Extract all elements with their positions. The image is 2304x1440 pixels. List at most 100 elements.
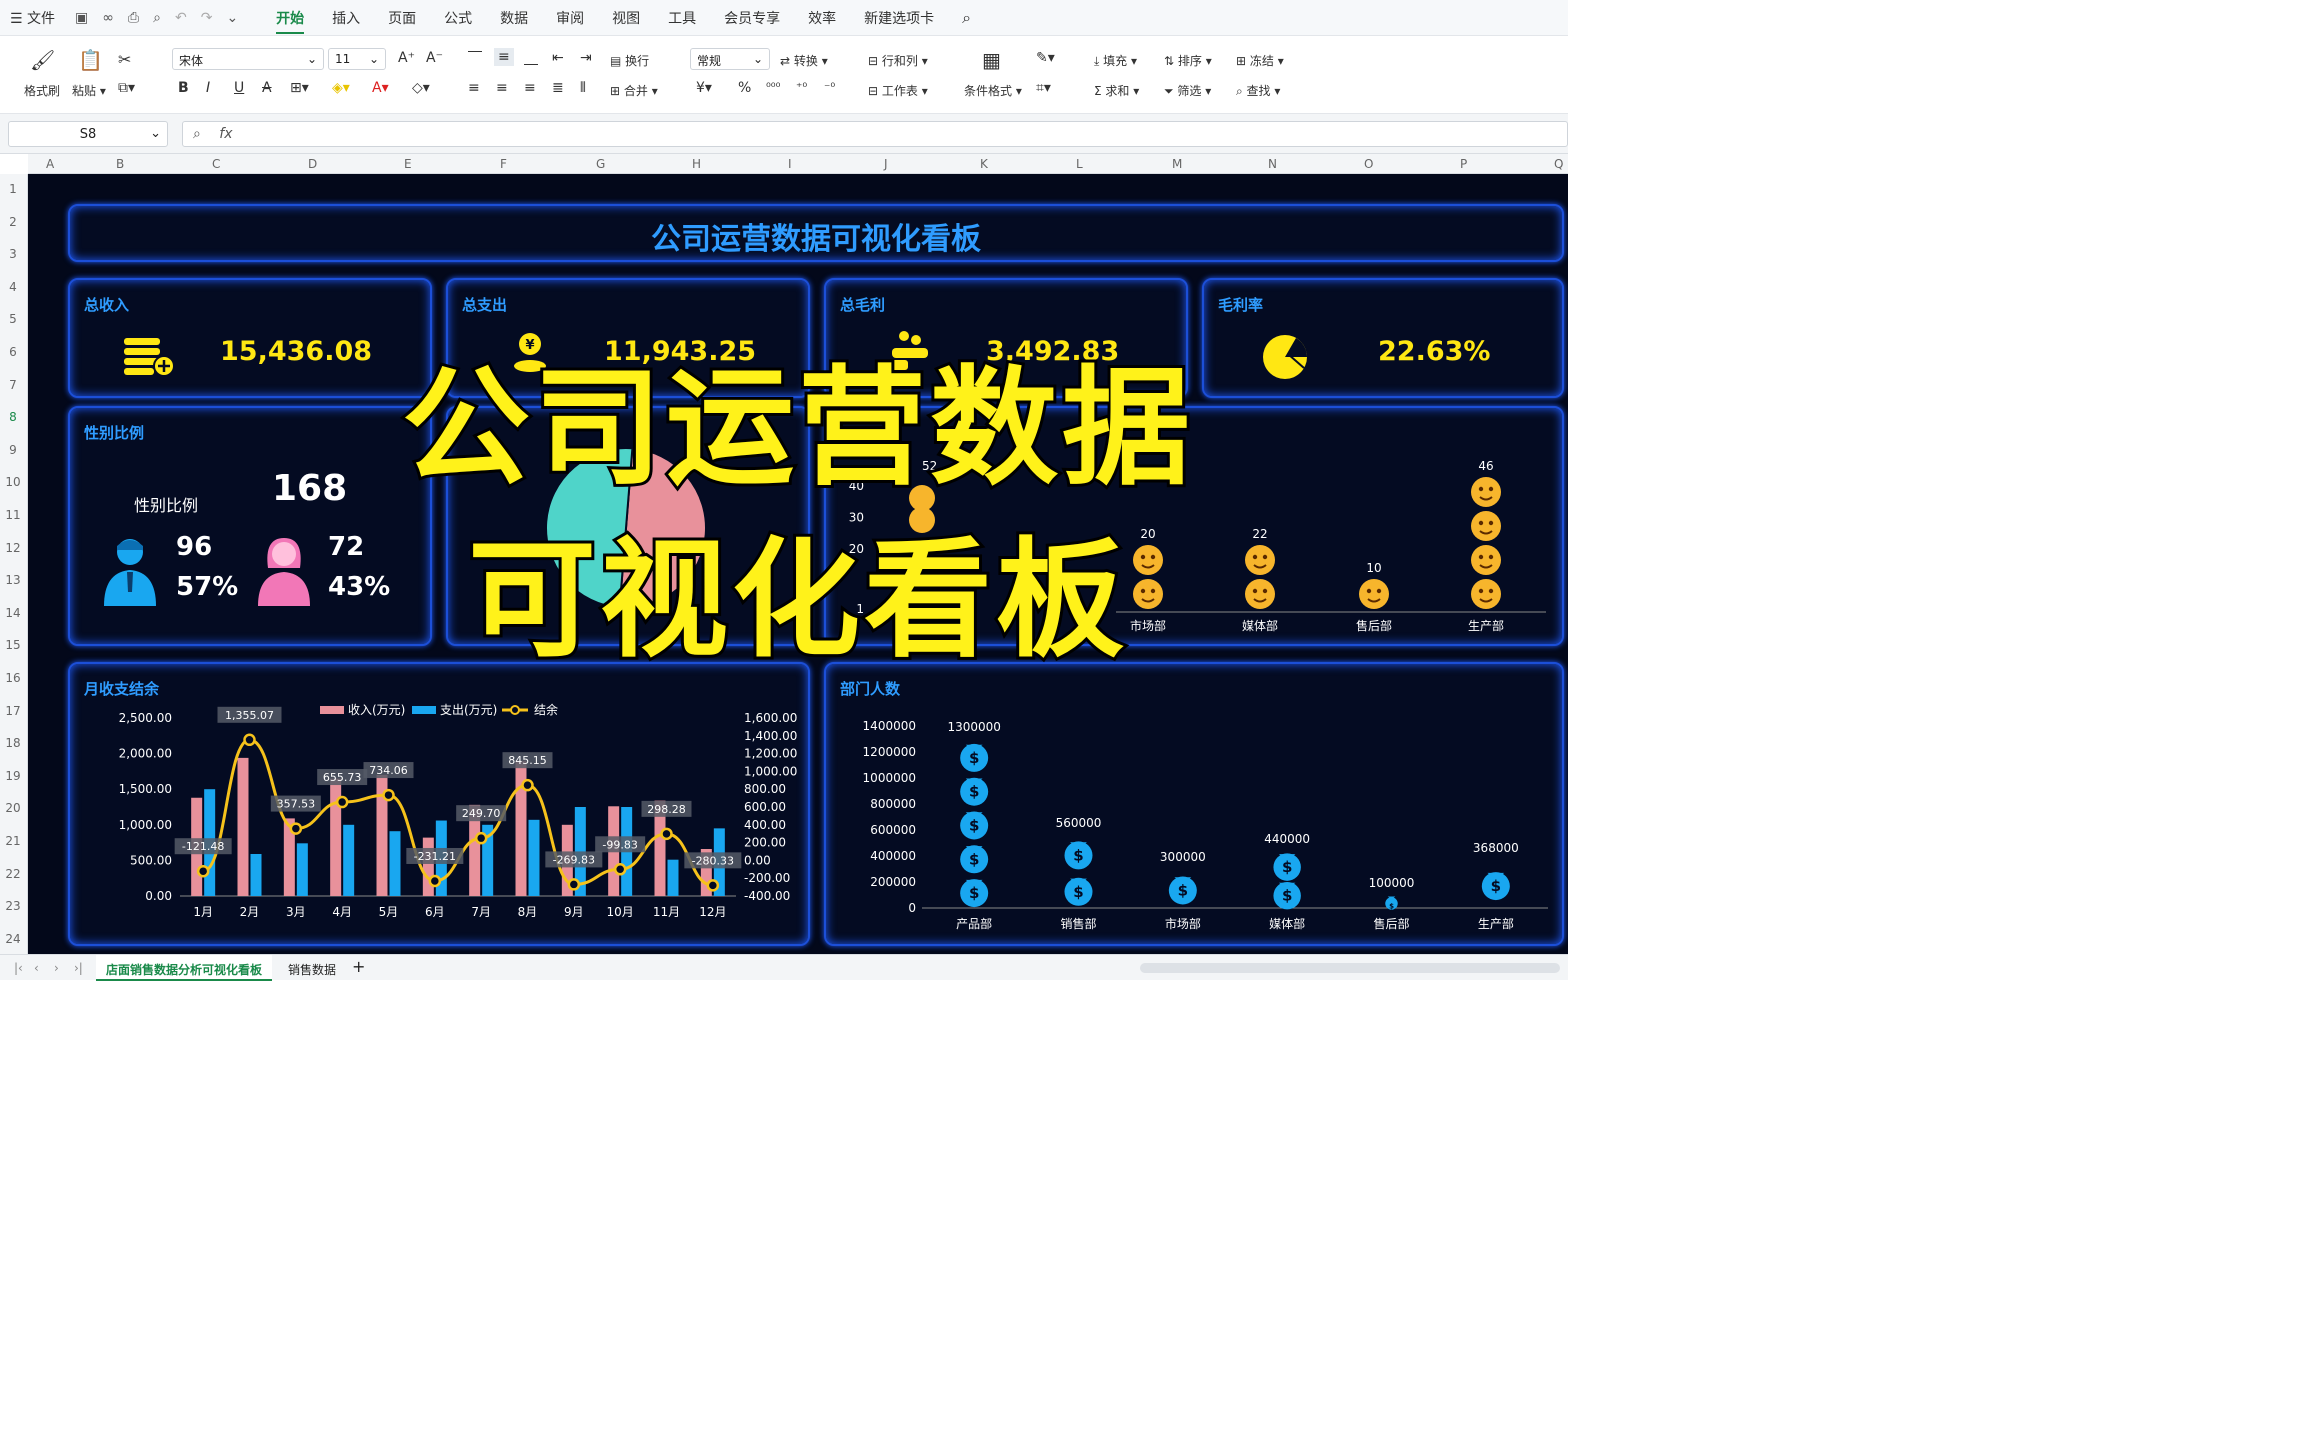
row-label[interactable]: 11 — [0, 508, 26, 522]
decimal-increase-icon[interactable]: ⁺⁰ — [796, 80, 807, 94]
name-box[interactable]: S8 ⌄ — [8, 121, 168, 147]
row-label[interactable]: 15 — [0, 638, 26, 652]
font-size-select[interactable]: 11 ⌄ — [328, 48, 386, 70]
sum-button[interactable]: Σ 求和 ▾ — [1094, 82, 1139, 99]
cell-style-icon[interactable]: ✎▾ — [1036, 50, 1055, 66]
cut-icon[interactable]: ✂ — [118, 50, 131, 69]
tab-insert[interactable]: 插入 — [332, 8, 360, 28]
row-label[interactable]: 18 — [0, 736, 26, 750]
more-icon[interactable]: ⌄ — [226, 10, 238, 26]
fill-color-icon[interactable]: ◈▾ — [332, 80, 350, 96]
thousands-icon[interactable]: ⁰⁰⁰ — [766, 80, 780, 94]
tab-data[interactable]: 数据 — [500, 8, 528, 28]
row-label[interactable]: 13 — [0, 573, 26, 587]
font-name-select[interactable]: 宋体 ⌄ — [172, 48, 324, 70]
font-shrink-icon[interactable]: A⁻ — [426, 50, 443, 66]
tab-nav-last-icon[interactable]: ›| — [64, 955, 93, 981]
column-label[interactable]: L — [1076, 157, 1083, 171]
sheet-tab-sales[interactable]: 销售数据 — [278, 955, 346, 981]
column-label[interactable]: P — [1460, 157, 1467, 171]
justify-icon[interactable]: ≣ — [552, 80, 564, 96]
find-button[interactable]: ⌕ 查找 ▾ — [1236, 82, 1280, 99]
horizontal-scrollbar[interactable] — [1140, 963, 1560, 973]
column-label[interactable]: J — [884, 157, 888, 171]
row-label[interactable]: 8 — [0, 410, 26, 424]
row-label[interactable]: 16 — [0, 671, 26, 685]
tab-member[interactable]: 会员专享 — [724, 8, 780, 28]
wrap-button[interactable]: ▤ 换行 — [610, 52, 649, 69]
tab-efficiency[interactable]: 效率 — [808, 8, 836, 28]
eraser-icon[interactable]: ◇▾ — [412, 80, 430, 96]
align-center-icon[interactable]: ≡ — [496, 80, 508, 96]
freeze-button[interactable]: ⊞ 冻结 ▾ — [1236, 52, 1284, 69]
row-col-button[interactable]: ⊟ 行和列 ▾ — [868, 52, 928, 69]
formula-input[interactable]: ⌕ fx — [182, 121, 1568, 147]
font-color-icon[interactable]: A▾ — [372, 80, 389, 96]
undo-icon[interactable]: ↶ — [175, 10, 187, 26]
filter-button[interactable]: ⏷ 筛选 ▾ — [1164, 82, 1211, 99]
sort-button[interactable]: ⇅ 排序 ▾ — [1164, 52, 1212, 69]
cond-format-icon[interactable]: ▦ — [982, 48, 1001, 72]
column-label[interactable]: B — [116, 157, 124, 171]
font-grow-icon[interactable]: A⁺ — [398, 50, 415, 66]
row-label[interactable]: 2 — [0, 215, 26, 229]
decimal-decrease-icon[interactable]: ⁻⁰ — [824, 80, 835, 94]
tab-new[interactable]: 新建选项卡 — [864, 8, 934, 28]
align-left-icon[interactable]: ≡ — [468, 80, 480, 96]
row-label[interactable]: 3 — [0, 247, 26, 261]
paste-button[interactable]: 粘贴 ▾ — [72, 82, 106, 99]
column-label[interactable]: F — [500, 157, 507, 171]
row-label[interactable]: 22 — [0, 867, 26, 881]
row-label[interactable]: 4 — [0, 280, 26, 294]
worksheet-button[interactable]: ⊟ 工作表 ▾ — [868, 82, 928, 99]
column-label[interactable]: C — [212, 157, 220, 171]
column-label[interactable]: M — [1172, 157, 1182, 171]
align-bottom-icon[interactable]: ⎽ — [524, 50, 538, 66]
fill-button[interactable]: ⤓ 填充 ▾ — [1094, 52, 1137, 69]
row-label[interactable]: 9 — [0, 443, 26, 457]
column-label[interactable]: N — [1268, 157, 1277, 171]
format-painter-button[interactable]: 格式刷 — [24, 82, 60, 99]
row-label[interactable]: 7 — [0, 378, 26, 392]
row-label[interactable]: 23 — [0, 899, 26, 913]
currency-icon[interactable]: ¥▾ — [696, 80, 712, 96]
file-menu[interactable]: ☰ 文件 — [10, 8, 55, 28]
align-right-icon[interactable]: ≡ — [524, 80, 536, 96]
row-label[interactable]: 5 — [0, 312, 26, 326]
merge-button[interactable]: ⊞ 合并 ▾ — [610, 82, 658, 99]
tab-home[interactable]: 开始 — [276, 8, 305, 34]
add-sheet-icon[interactable]: + — [342, 955, 375, 981]
search-icon[interactable]: ⌕ — [962, 8, 971, 28]
paste-icon[interactable]: 📋 — [78, 48, 103, 72]
column-label[interactable]: O — [1364, 157, 1373, 171]
column-label[interactable]: A — [46, 157, 54, 171]
column-label[interactable]: H — [692, 157, 701, 171]
tab-tools[interactable]: 工具 — [668, 8, 696, 28]
row-label[interactable]: 10 — [0, 475, 26, 489]
indent-decrease-icon[interactable]: ⇤ — [552, 50, 564, 66]
row-label[interactable]: 24 — [0, 932, 26, 946]
copy-icon[interactable]: ⧉▾ — [118, 80, 135, 96]
row-label[interactable]: 20 — [0, 801, 26, 815]
column-label[interactable]: I — [788, 157, 792, 171]
tab-review[interactable]: 审阅 — [556, 8, 584, 28]
cell-border-icon[interactable]: ⌗▾ — [1036, 80, 1051, 96]
save-icon[interactable]: ▣ — [75, 10, 88, 26]
zoom-icon[interactable]: ⌕ — [193, 126, 201, 142]
tab-page[interactable]: 页面 — [388, 8, 416, 28]
indent-increase-icon[interactable]: ⇥ — [580, 50, 592, 66]
align-middle-icon[interactable]: ≡ — [494, 48, 514, 66]
row-label[interactable]: 19 — [0, 769, 26, 783]
row-label[interactable]: 6 — [0, 345, 26, 359]
column-label[interactable]: K — [980, 157, 988, 171]
convert-button[interactable]: ⇄ 转换 ▾ — [780, 52, 828, 69]
row-label[interactable]: 12 — [0, 541, 26, 555]
bold-icon[interactable]: B — [178, 80, 189, 96]
format-painter-icon[interactable]: 🖌 — [30, 48, 55, 72]
row-label[interactable]: 14 — [0, 606, 26, 620]
fx-icon[interactable]: fx — [219, 126, 232, 142]
border-icon[interactable]: ⊞▾ — [290, 80, 309, 96]
preview-icon[interactable]: ⌕ — [153, 10, 161, 26]
distribute-icon[interactable]: ⫴ — [580, 80, 586, 96]
sheet-tab-dashboard[interactable]: 店面销售数据分析可视化看板 — [96, 955, 273, 981]
